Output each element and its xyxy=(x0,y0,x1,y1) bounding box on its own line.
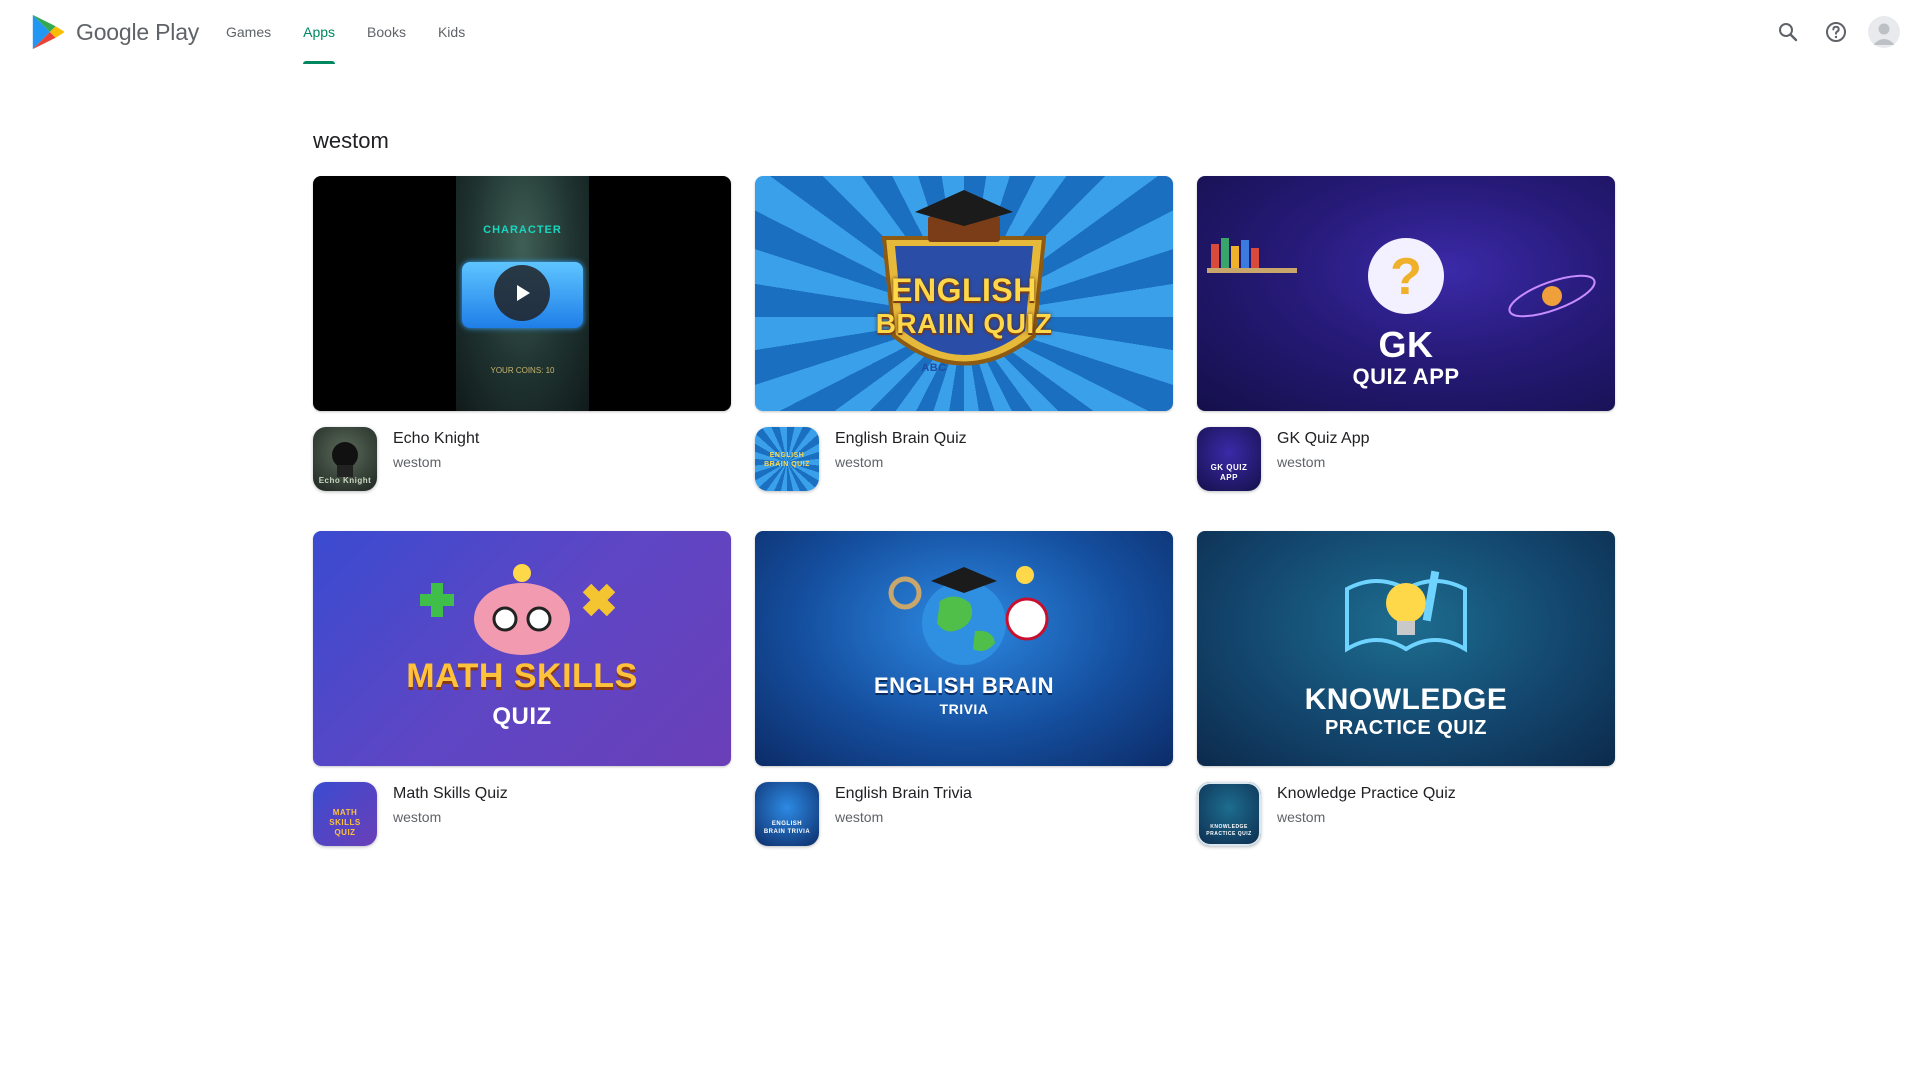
play-video-button[interactable] xyxy=(494,265,550,321)
app-card[interactable]: MATH SKILLS QUIZ MATH SKILLS QUIZ Math S… xyxy=(313,531,731,846)
tab-books-label: Books xyxy=(367,24,406,40)
banner-subheading: QUIZ xyxy=(492,703,552,730)
tab-kids-label: Kids xyxy=(437,24,466,40)
app-feature-graphic[interactable]: KNOWLEDGE PRACTICE QUIZ xyxy=(1197,531,1615,766)
banner-abc-text: ABC xyxy=(921,362,947,374)
app-name: Echo Knight xyxy=(393,430,480,447)
app-icon-text: ENGLISH BRAIN QUIZ xyxy=(764,452,810,468)
app-icon: ENGLISH BRAIN TRIVIA xyxy=(755,782,819,846)
play-icon xyxy=(517,285,530,301)
search-icon xyxy=(1779,23,1798,42)
app-name: Knowledge Practice Quiz xyxy=(1277,785,1456,802)
app-video-preview[interactable]: CHARACTER YOUR COINS: 10 xyxy=(313,176,731,411)
top-app-bar: Google Play Games Apps Books Kids xyxy=(0,0,1920,64)
tab-games-label: Games xyxy=(226,24,272,40)
app-feature-graphic[interactable]: MATH SKILLS QUIZ xyxy=(313,531,731,766)
app-icon: Echo Knight xyxy=(313,427,377,491)
app-name: GK Quiz App xyxy=(1277,430,1370,447)
banner-heading: KNOWLEDGE xyxy=(1304,683,1508,716)
google-play-logo[interactable]: Google Play xyxy=(30,13,199,51)
app-feature-graphic[interactable]: ? GK QUIZ APP xyxy=(1197,176,1615,411)
app-icon-text: GK QUIZ APP xyxy=(1210,463,1248,482)
account-avatar-icon xyxy=(1873,23,1895,45)
app-developer: westom xyxy=(393,454,442,470)
search-button[interactable] xyxy=(1768,12,1808,52)
app-developer: westom xyxy=(1277,454,1326,470)
app-grid: CHARACTER YOUR COINS: 10 Echo Knight Ech… xyxy=(313,176,1615,846)
main-nav: Games Apps Books Kids xyxy=(210,0,481,64)
tab-kids[interactable]: Kids xyxy=(422,0,481,64)
banner-subheading: PRACTICE QUIZ xyxy=(1324,717,1488,739)
app-feature-graphic[interactable]: ENGLISH BRAIN TRIVIA xyxy=(755,531,1173,766)
tab-apps-label: Apps xyxy=(303,24,336,40)
app-icon-text: ENGLISH BRAIN TRIVIA xyxy=(763,821,811,835)
banner-heading: MATH SKILLS xyxy=(406,657,638,695)
app-card[interactable]: CHARACTER YOUR COINS: 10 Echo Knight Ech… xyxy=(313,176,731,491)
svg-text:?: ? xyxy=(1390,248,1422,306)
help-icon xyxy=(1826,22,1846,42)
tab-games[interactable]: Games xyxy=(210,0,287,64)
account-avatar[interactable] xyxy=(1868,16,1900,48)
google-play-logo-icon xyxy=(32,14,65,50)
header-actions xyxy=(1768,12,1900,52)
logo-text: Google Play xyxy=(76,18,200,45)
app-name: English Brain Quiz xyxy=(835,430,967,447)
app-icon-text: KNOWLEDGE PRACTICE QUIZ xyxy=(1206,824,1252,837)
banner-heading: ENGLISH BRAIN xyxy=(873,673,1055,698)
banner-heading: CHARACTER xyxy=(483,224,562,236)
tab-books[interactable]: Books xyxy=(351,0,422,64)
developer-title: westom xyxy=(313,128,389,153)
banner-subheading: QUIZ APP xyxy=(1352,364,1460,389)
banner-coins-text: YOUR COINS: 10 xyxy=(490,366,555,375)
app-card[interactable]: ? GK QUIZ APP GK QUIZ APP GK Quiz App we… xyxy=(1197,176,1615,491)
app-developer: westom xyxy=(835,809,884,825)
app-icon-text: MATH SKILLS QUIZ xyxy=(329,808,361,837)
help-button[interactable] xyxy=(1816,12,1856,52)
app-card[interactable]: ENGLISH BRAIIN QUIZ ABC ENGLISH BRAIN QU… xyxy=(755,176,1173,491)
app-developer: westom xyxy=(1277,809,1326,825)
app-card[interactable]: KNOWLEDGE PRACTICE QUIZ KNOWLEDGE PRACTI… xyxy=(1197,531,1615,846)
app-icon-text: Echo Knight xyxy=(318,476,372,485)
banner-heading: ENGLISH xyxy=(891,272,1037,308)
banner-subheading: TRIVIA xyxy=(939,701,989,717)
app-icon: GK QUIZ APP xyxy=(1197,427,1261,491)
app-icon: KNOWLEDGE PRACTICE QUIZ xyxy=(1197,782,1261,846)
app-card[interactable]: ENGLISH BRAIN TRIVIA ENGLISH BRAIN TRIVI… xyxy=(755,531,1173,846)
app-developer: westom xyxy=(835,454,884,470)
app-feature-graphic[interactable]: ENGLISH BRAIIN QUIZ ABC xyxy=(755,176,1173,411)
app-icon: MATH SKILLS QUIZ xyxy=(313,782,377,846)
banner-subheading: BRAIIN QUIZ xyxy=(875,308,1053,339)
globe-icon xyxy=(888,566,1049,665)
banner-heading: GK xyxy=(1378,324,1434,365)
active-tab-indicator xyxy=(303,61,336,64)
app-icon: ENGLISH BRAIN QUIZ xyxy=(755,427,819,491)
tab-apps[interactable]: Apps xyxy=(287,0,351,64)
app-developer: westom xyxy=(393,809,442,825)
app-name: English Brain Trivia xyxy=(835,785,972,802)
app-name: Math Skills Quiz xyxy=(393,785,508,802)
